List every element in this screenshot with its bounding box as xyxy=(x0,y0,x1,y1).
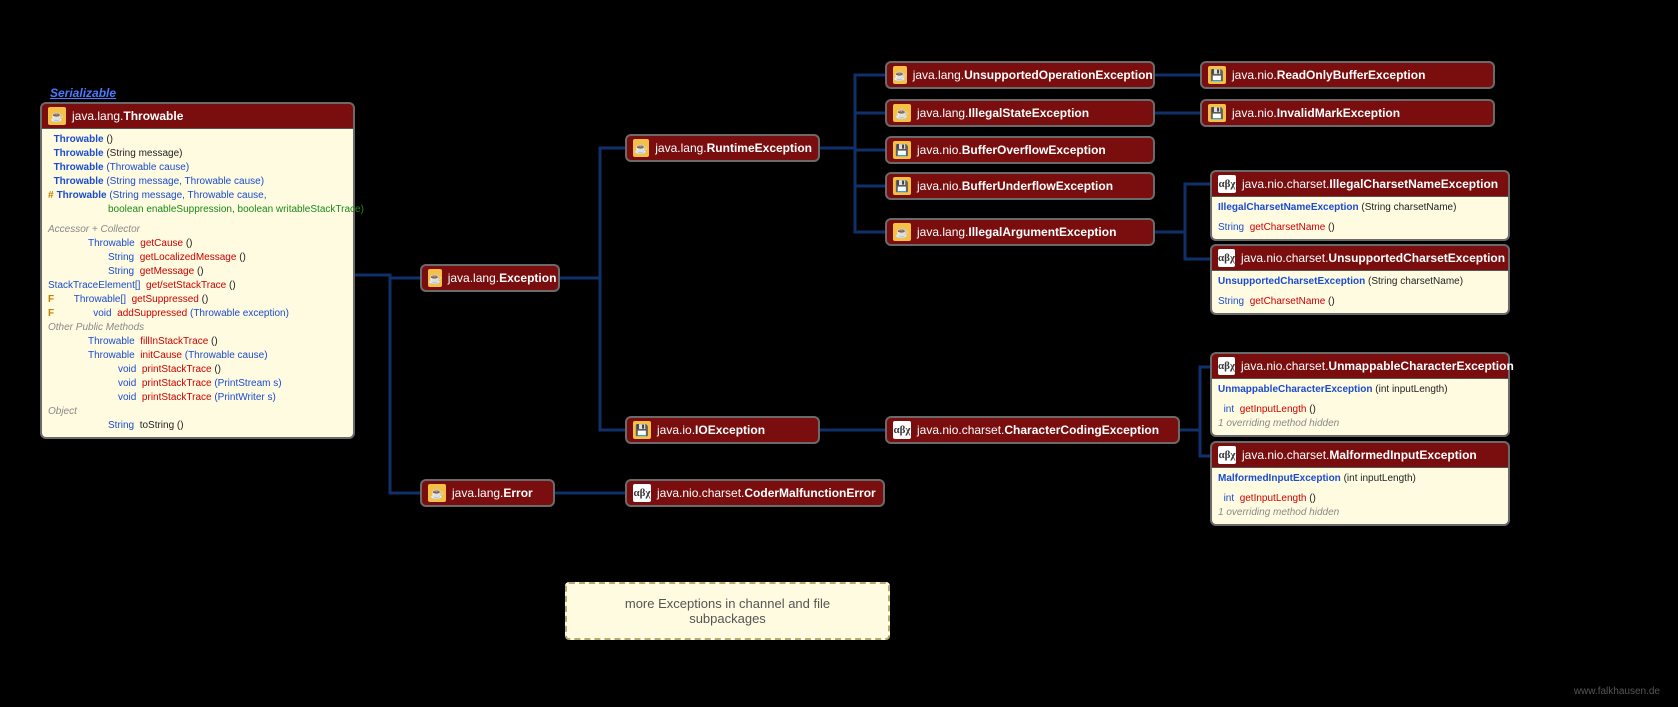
class-illegal-charset-name-exception: αβχjava.nio.charset.IllegalCharsetNameEx… xyxy=(1210,170,1510,241)
disk-icon: 💾 xyxy=(893,177,911,195)
cup-icon: ☕ xyxy=(48,107,66,125)
class-runtime-exception: ☕java.lang.RuntimeException xyxy=(625,134,820,162)
class-throwable: ☕java.lang.Throwable Throwable () Throwa… xyxy=(40,102,355,439)
class-exception: ☕java.lang.Exception xyxy=(420,264,560,292)
class-illegal-state-exception: ☕java.lang.IllegalStateException xyxy=(885,99,1155,127)
class-illegal-argument-exception: ☕java.lang.IllegalArgumentException xyxy=(885,218,1155,246)
abx-icon: αβχ xyxy=(1218,446,1236,464)
throwable-members: Throwable () Throwable (String message) … xyxy=(42,128,353,437)
cup-icon: ☕ xyxy=(428,484,446,502)
class-error: ☕java.lang.Error xyxy=(420,479,555,507)
class-malformed-input-exception: αβχjava.nio.charset.MalformedInputExcept… xyxy=(1210,441,1510,526)
class-buffer-overflow-exception: 💾java.nio.BufferOverflowException xyxy=(885,136,1155,164)
disk-icon: 💾 xyxy=(1208,104,1226,122)
class-unsupported-operation-exception: ☕java.lang.UnsupportedOperationException xyxy=(885,61,1155,89)
cup-icon: ☕ xyxy=(633,139,649,157)
class-invalid-mark-exception: 💾java.nio.InvalidMarkException xyxy=(1200,99,1495,127)
note-more-exceptions: more Exceptions in channel and file subp… xyxy=(565,582,890,640)
serializable-label: Serializable xyxy=(50,86,116,100)
cup-icon: ☕ xyxy=(428,269,442,287)
cup-icon: ☕ xyxy=(893,223,911,241)
abx-icon: αβχ xyxy=(1218,249,1235,267)
cup-icon: ☕ xyxy=(893,66,907,84)
cup-icon: ☕ xyxy=(893,104,911,122)
class-unsupported-charset-exception: αβχjava.nio.charset.UnsupportedCharsetEx… xyxy=(1210,244,1510,315)
class-buffer-underflow-exception: 💾java.nio.BufferUnderflowException xyxy=(885,172,1155,200)
disk-icon: 💾 xyxy=(633,421,651,439)
class-ioexception: 💾java.io.IOException xyxy=(625,416,820,444)
disk-icon: 💾 xyxy=(893,141,911,159)
class-readonly-buffer-exception: 💾java.nio.ReadOnlyBufferException xyxy=(1200,61,1495,89)
class-unmappable-character-exception: αβχjava.nio.charset.UnmappableCharacterE… xyxy=(1210,352,1510,437)
class-character-coding-exception: αβχjava.nio.charset.CharacterCodingExcep… xyxy=(885,416,1180,444)
abx-icon: αβχ xyxy=(1218,357,1235,375)
abx-icon: αβχ xyxy=(633,484,651,502)
abx-icon: αβχ xyxy=(1218,175,1236,193)
watermark: www.falkhausen.de xyxy=(1574,686,1660,697)
abx-icon: αβχ xyxy=(893,421,911,439)
class-coder-malfunction-error: αβχjava.nio.charset.CoderMalfunctionErro… xyxy=(625,479,885,507)
disk-icon: 💾 xyxy=(1208,66,1226,84)
